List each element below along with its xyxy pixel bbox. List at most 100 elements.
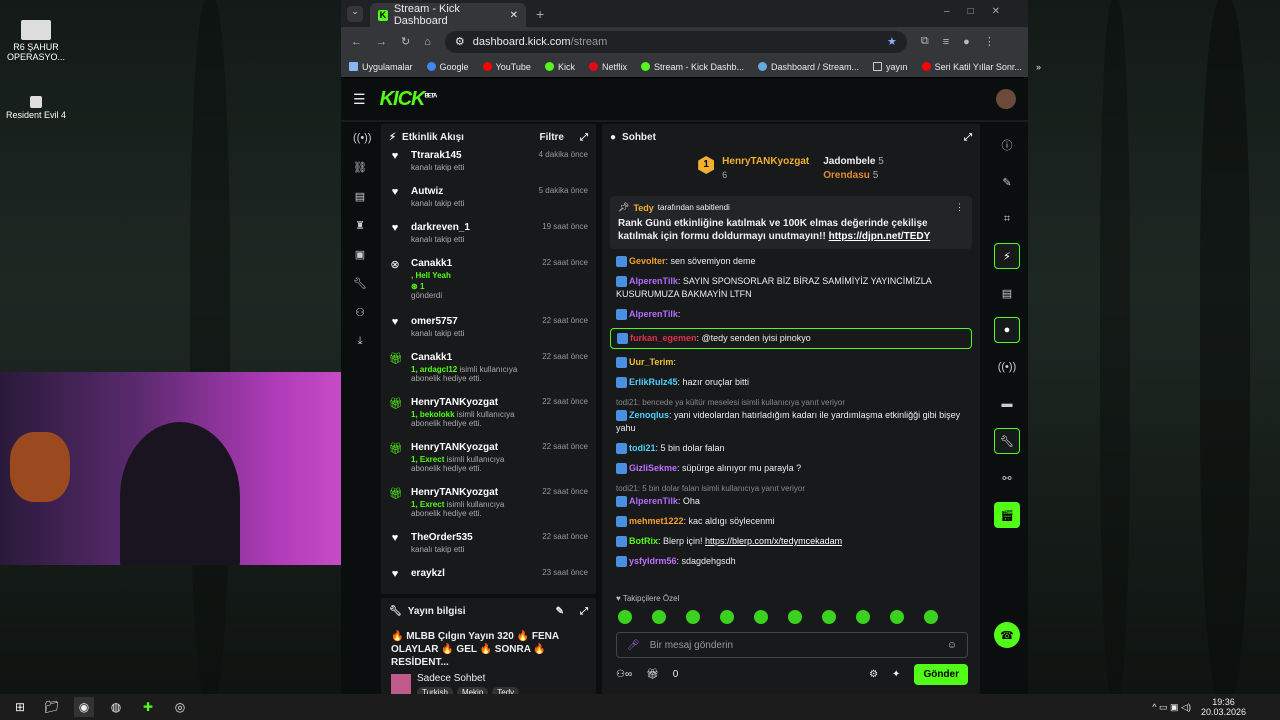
print-icon[interactable]: ▬: [994, 391, 1020, 417]
back-icon[interactable]: ←: [351, 36, 362, 48]
chat-message[interactable]: ErlikRulz45: hazır oruçlar bitti: [602, 376, 980, 389]
pencil-icon[interactable]: ✎: [994, 169, 1020, 195]
media-icon[interactable]: ▣: [353, 248, 367, 262]
chat-message[interactable]: GizliSekme: süpürge alınıyor mu parayla …: [602, 462, 980, 475]
broadcast-icon[interactable]: ((•)): [994, 354, 1020, 380]
app-icon[interactable]: ✚: [138, 697, 158, 717]
bookmark-netflix[interactable]: Netflix: [588, 62, 627, 72]
wrench-icon[interactable]: 🔧︎: [353, 277, 367, 291]
chat-username[interactable]: Gevolter: [629, 256, 666, 266]
bookmark-kick[interactable]: Kick: [544, 62, 575, 72]
tab-kick-dashboard[interactable]: K Stream - Kick Dashboard ✕: [370, 3, 526, 27]
link-icon[interactable]: ⛓: [353, 161, 367, 175]
hamburger-menu-icon[interactable]: ☰: [353, 91, 366, 108]
popout-icon[interactable]: ⤢: [580, 132, 588, 143]
popout-icon[interactable]: ⤢: [964, 132, 972, 143]
media-icon[interactable]: ≡: [943, 36, 949, 48]
chat-message[interactable]: todi21: 5 bin dolar falan: [602, 442, 980, 455]
settings-icon[interactable]: ⚙: [869, 669, 878, 680]
chart-icon[interactable]: ▤: [353, 190, 367, 204]
chat-message[interactable]: furkan_egemen: @tedy senden iyisi pinoky…: [610, 328, 972, 349]
points-icon[interactable]: ⚇∞: [616, 669, 632, 680]
chat-message[interactable]: Gevolter: sen sövemiyon deme: [602, 255, 980, 268]
chat-username[interactable]: Zenoqlus: [629, 410, 669, 420]
desktop-icon-r6[interactable]: R6 ŞAHUR OPERASYO...: [2, 20, 70, 62]
bookmark-dashboard[interactable]: Dashboard / Stream...: [758, 62, 859, 72]
explorer-icon[interactable]: 📁︎: [42, 697, 62, 717]
start-icon[interactable]: ⊞: [10, 697, 30, 717]
app-icon[interactable]: ◎: [170, 697, 190, 717]
chat-message[interactable]: AlperenTilk: SAYIN SPONSORLAR BİZ BİRAZ …: [602, 275, 980, 301]
trophy-icon[interactable]: ♜: [353, 219, 367, 233]
gift-icon[interactable]: 🎁︎: [646, 669, 659, 680]
forward-icon[interactable]: →: [376, 36, 387, 48]
clapper-icon[interactable]: 🎬︎: [994, 502, 1020, 528]
bookmark-seri-katil[interactable]: Seri Katil Yıllar Sonr...: [921, 62, 1022, 72]
emote-bar[interactable]: [618, 610, 958, 629]
tab-search-icon[interactable]: ⌄: [347, 6, 363, 22]
kick-logo[interactable]: KICKBETA: [380, 88, 438, 111]
mic-icon[interactable]: 🎤︎: [627, 640, 640, 651]
profile-icon[interactable]: ●: [963, 36, 970, 48]
bookmark-youtube[interactable]: YouTube: [482, 62, 531, 72]
send-button[interactable]: Gönder: [914, 664, 968, 685]
avatar[interactable]: [996, 89, 1016, 109]
chat-message[interactable]: todi21: 5 bin dolar falan isimli kullanı…: [602, 482, 980, 508]
chat-username[interactable]: mehmet1222: [629, 516, 684, 526]
info-icon[interactable]: ⓘ: [994, 132, 1020, 158]
emoji-icon[interactable]: ☺: [947, 640, 957, 651]
chat-username[interactable]: Uur_Terim: [629, 357, 673, 367]
reload-icon[interactable]: ↻: [401, 35, 410, 48]
chat-message[interactable]: BotRix: Blerp için! https://blerp.com/x/…: [602, 535, 980, 548]
activity-toggle-icon[interactable]: ⚡︎: [994, 243, 1020, 269]
tray-icons[interactable]: ^ ▭ ▣ ◁): [1152, 702, 1191, 713]
chat-message[interactable]: ysfyldrm56: sdagdehgsdh: [602, 555, 980, 568]
bookmark-star-icon[interactable]: ★: [887, 35, 897, 48]
bookmark-stream-kick[interactable]: Stream - Kick Dashb...: [640, 62, 744, 72]
chat-username[interactable]: todi21: [629, 443, 656, 453]
broadcast-icon[interactable]: ((•)): [353, 132, 372, 146]
chat-username[interactable]: AlperenTilk: [629, 309, 678, 319]
chat-username[interactable]: BotRix: [629, 536, 658, 546]
download-icon[interactable]: ⤓: [353, 335, 367, 349]
chat-message[interactable]: mehmet1222: kac aldıgı söylecenmi: [602, 515, 980, 528]
desktop-icon-resident-evil[interactable]: Resident Evil 4: [2, 96, 70, 120]
edit-icon[interactable]: ✎: [556, 606, 564, 617]
chat-username[interactable]: AlperenTilk: [629, 496, 678, 506]
bot-icon[interactable]: ✦: [892, 669, 900, 680]
chat-message[interactable]: todi21: bencede ya kültür meselesi isiml…: [602, 396, 980, 435]
chat-username[interactable]: ErlikRulz45: [629, 377, 678, 387]
bookmark-google[interactable]: Google: [426, 62, 469, 72]
window-controls[interactable]: –□✕: [944, 6, 1018, 17]
new-tab-icon[interactable]: +: [536, 6, 544, 22]
chat-message[interactable]: Uur_Terim:: [602, 356, 980, 369]
popout-icon[interactable]: ⤢: [580, 606, 588, 617]
address-bar[interactable]: ⚙ dashboard.kick.com/stream ★: [444, 30, 907, 53]
chat-message[interactable]: AlperenTilk:: [602, 308, 980, 321]
notes-icon[interactable]: ▤: [994, 280, 1020, 306]
bookmark-yayin[interactable]: yayın: [873, 62, 908, 72]
app-icon[interactable]: ◍: [106, 697, 126, 717]
wrench-toggle-icon[interactable]: 🔧︎: [994, 428, 1020, 454]
chat-username[interactable]: ysfyldrm56: [629, 556, 677, 566]
share-icon[interactable]: ⚯: [994, 465, 1020, 491]
bookmark-apps[interactable]: Uygulamalar: [349, 62, 413, 72]
more-bookmarks-icon[interactable]: »: [1036, 62, 1041, 72]
more-icon[interactable]: ⋮: [955, 202, 964, 213]
chat-username[interactable]: furkan_egemen: [630, 333, 697, 343]
chat-input[interactable]: 🎤︎ Bir mesaj gönderin ☺: [616, 632, 968, 658]
support-icon[interactable]: ☎: [994, 622, 1020, 648]
menu-icon[interactable]: ⋮: [984, 35, 995, 48]
chat-toggle-icon[interactable]: ●: [994, 317, 1020, 343]
home-icon[interactable]: ⌂: [424, 36, 431, 48]
close-tab-icon[interactable]: ✕: [510, 10, 518, 21]
site-info-icon[interactable]: ⚙: [455, 35, 465, 48]
filter-button[interactable]: Filtre: [540, 132, 564, 143]
extensions-icon[interactable]: ⧉: [921, 35, 929, 48]
chat-link[interactable]: https://blerp.com/x/tedymcekadam: [705, 536, 842, 546]
pinned-link[interactable]: https://djpn.net/TEDY: [829, 231, 931, 242]
crop-icon[interactable]: ⌗: [994, 206, 1020, 232]
users-icon[interactable]: ⚇: [353, 306, 367, 320]
chat-username[interactable]: AlperenTilk: [629, 276, 678, 286]
chat-username[interactable]: GizliSekme: [629, 463, 677, 473]
